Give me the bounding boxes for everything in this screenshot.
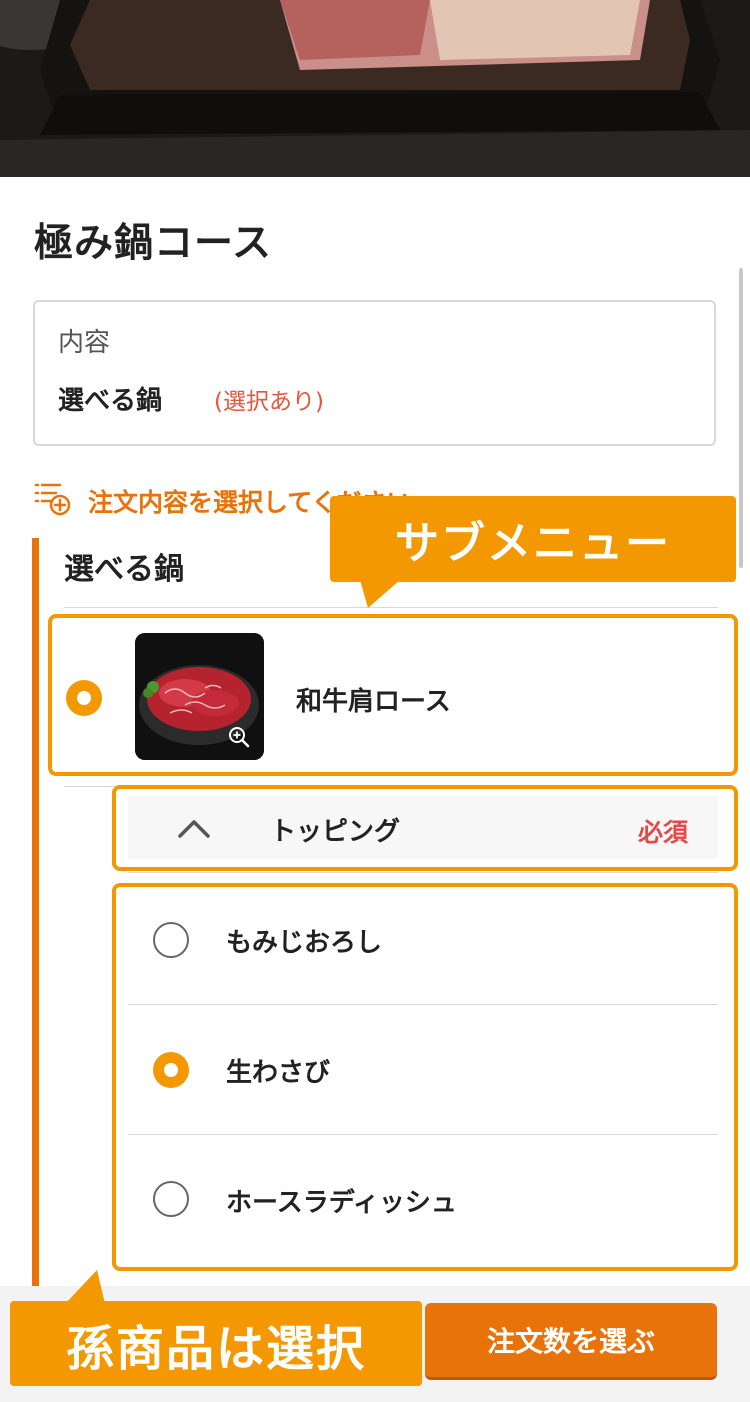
course-title: 極み鍋コース: [34, 221, 273, 266]
scrollbar[interactable]: [739, 268, 743, 568]
hero-image: [0, 0, 750, 177]
callout-grandchild: 孫商品は選択: [10, 1301, 422, 1386]
course-content-box: [33, 300, 716, 446]
list-add-icon: [34, 480, 72, 516]
highlight-main-item: [48, 614, 738, 776]
highlight-topping-header: [112, 785, 738, 871]
selection-indicator-bar: [32, 538, 39, 1288]
group-title: 選べる鍋: [64, 552, 184, 587]
content-note: (選択あり): [214, 389, 324, 415]
callout-submenu: サブメニュー: [330, 496, 736, 582]
callout-grandchild-pointer: [55, 1270, 105, 1304]
content-item: 選べる鍋: [58, 386, 163, 416]
content-label: 内容: [58, 328, 111, 358]
callout-submenu-pointer: [360, 580, 400, 608]
order-quantity-button[interactable]: 注文数を選ぶ: [425, 1303, 717, 1380]
highlight-topping-options: [112, 883, 738, 1271]
divider: [128, 872, 718, 873]
